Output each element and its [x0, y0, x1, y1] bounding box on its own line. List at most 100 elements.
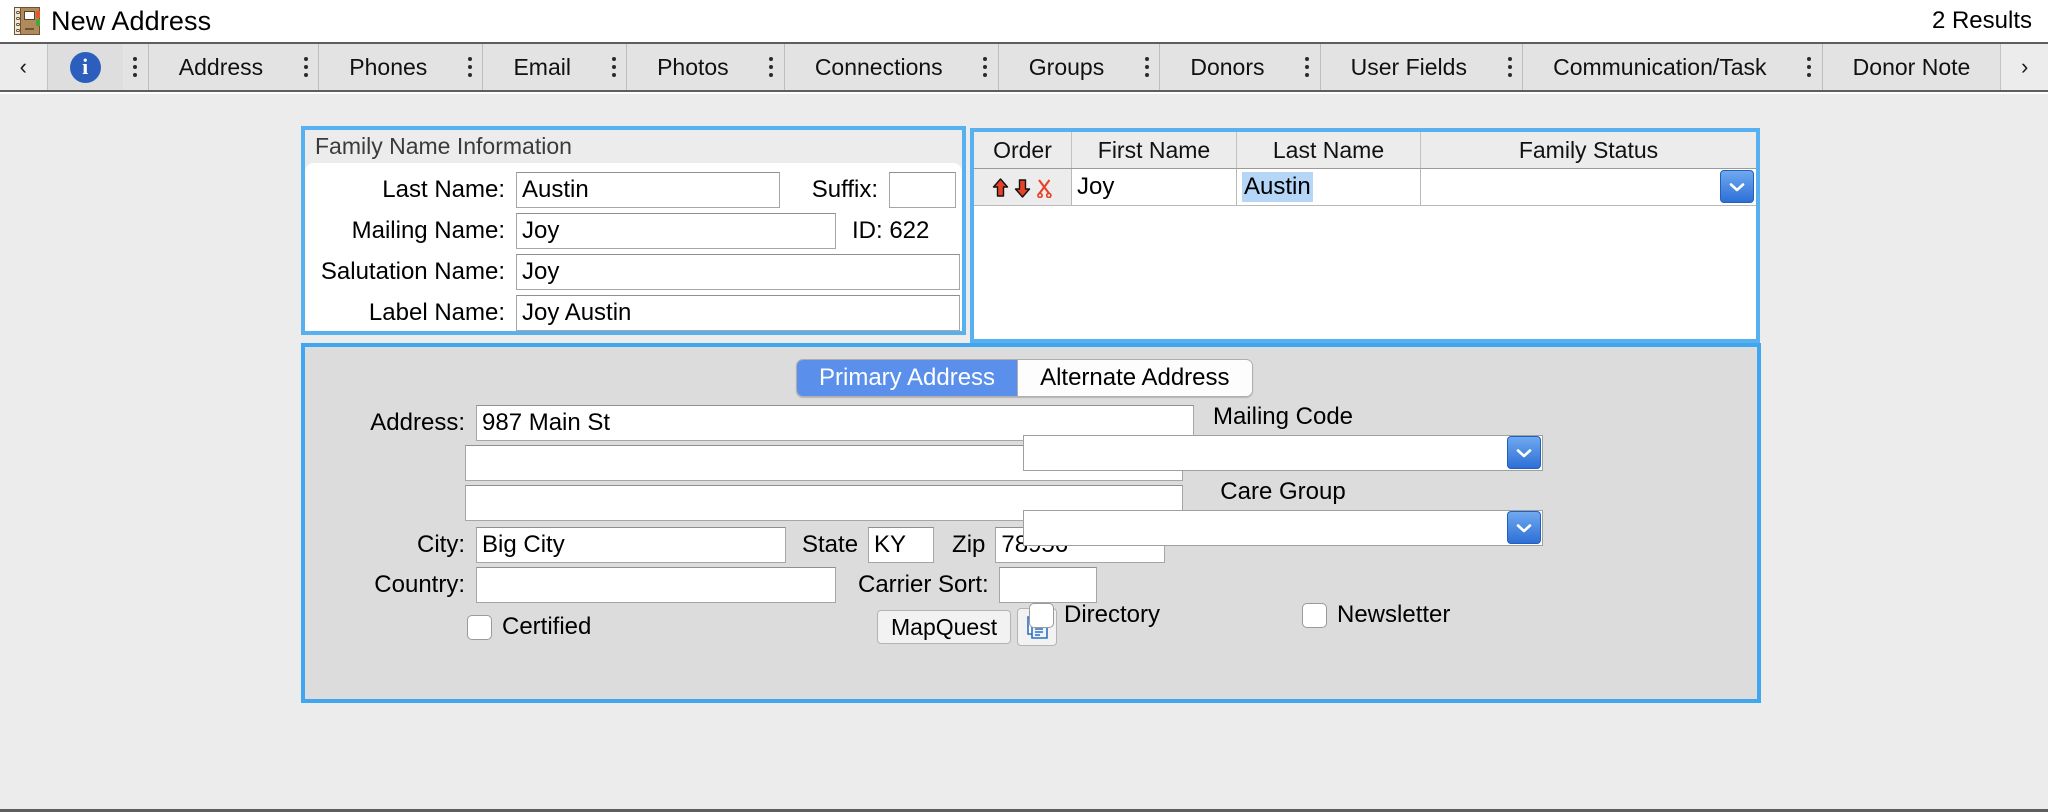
care-group-combobox[interactable] — [1023, 510, 1543, 546]
directory-checkbox[interactable] — [1029, 603, 1054, 628]
address-book-icon — [14, 7, 40, 35]
tabs-scroll-right-button[interactable]: › — [2000, 44, 2048, 90]
chevron-right-icon: › — [2021, 54, 2028, 80]
tab-label: Email — [513, 54, 571, 81]
mailing-code-label: Mailing Code — [1023, 403, 1543, 431]
title-bar-left: New Address — [14, 6, 211, 37]
tab-donors[interactable]: Donors — [1160, 44, 1294, 90]
family-name-information-panel: Family Name Information Last Name: Austi… — [301, 126, 966, 335]
city-label: City: — [305, 531, 476, 559]
tab-menu-donors[interactable] — [1295, 44, 1321, 90]
tab-email[interactable]: Email — [483, 44, 601, 90]
last-name-input[interactable]: Austin — [516, 172, 780, 208]
suffix-input[interactable] — [889, 172, 956, 208]
country-input[interactable] — [476, 567, 836, 603]
tab-user-fields[interactable]: User Fields — [1321, 44, 1497, 90]
mapquest-button[interactable]: MapQuest — [877, 610, 1011, 644]
country-carrier-row: Country: Carrier Sort: — [305, 567, 1097, 603]
tab-donor-note[interactable]: Donor Note — [1823, 44, 2001, 90]
tab-communication-task[interactable]: Communication/Task — [1523, 44, 1796, 90]
vertical-dots-icon — [1807, 57, 1811, 77]
tab-primary-address[interactable]: Primary Address — [797, 360, 1017, 396]
certified-checkbox-row[interactable]: Certified — [467, 609, 591, 645]
country-label: Country: — [305, 571, 476, 599]
family-name-legend: Family Name Information — [315, 133, 572, 160]
tab-menu-phones[interactable] — [457, 44, 483, 90]
label-name-input[interactable]: Joy Austin — [516, 295, 960, 331]
vertical-dots-icon — [304, 57, 308, 77]
move-up-icon[interactable] — [992, 177, 1009, 197]
tab-menu-address[interactable] — [293, 44, 319, 90]
vertical-dots-icon — [1145, 57, 1149, 77]
city-input[interactable]: Big City — [476, 527, 786, 563]
certified-checkbox[interactable] — [467, 615, 492, 640]
mailing-name-input[interactable]: Joy — [516, 213, 836, 249]
salutation-name-label: Salutation Name: — [305, 258, 516, 286]
tab-label: Phones — [349, 54, 427, 81]
tab-menu-communication-task[interactable] — [1797, 44, 1823, 90]
tab-menu-connections[interactable] — [973, 44, 999, 90]
mailing-name-label: Mailing Name: — [305, 217, 516, 245]
tabs-scroll-left-button[interactable]: ‹ — [0, 44, 48, 90]
row-last-name-cell[interactable]: Austin — [1237, 169, 1421, 206]
tab-label: Photos — [657, 54, 729, 81]
tab-photos[interactable]: Photos — [627, 44, 759, 90]
state-input[interactable]: KY — [868, 527, 934, 563]
tab-label: Communication/Task — [1553, 54, 1766, 81]
window-title-bar: New Address 2 Results — [0, 0, 2048, 44]
tab-connections[interactable]: Connections — [785, 44, 973, 90]
tab-label: Donor Note — [1853, 54, 1971, 81]
column-header-last-name[interactable]: Last Name — [1237, 132, 1421, 168]
family-status-dropdown-button[interactable] — [1720, 170, 1754, 203]
care-group-dropdown-button[interactable] — [1507, 511, 1541, 544]
column-header-order[interactable]: Order — [974, 132, 1072, 168]
tab-label: Groups — [1029, 54, 1104, 81]
mailing-code-dropdown-button[interactable] — [1507, 436, 1541, 469]
tab-menu-email[interactable] — [601, 44, 627, 90]
column-header-first-name[interactable]: First Name — [1072, 132, 1237, 168]
row-family-status-cell[interactable] — [1421, 169, 1756, 206]
table-header-row: Order First Name Last Name Family Status — [974, 132, 1756, 169]
tab-menu-info[interactable] — [123, 44, 149, 90]
tab-address[interactable]: Address — [149, 44, 293, 90]
table-row[interactable]: Joy Austin — [974, 169, 1756, 206]
last-name-value: Austin — [1242, 172, 1313, 202]
newsletter-checkbox-row[interactable]: Newsletter — [1302, 597, 1450, 633]
label-name-label: Label Name: — [305, 299, 516, 327]
salutation-name-input[interactable]: Joy — [516, 254, 960, 290]
vertical-dots-icon — [769, 57, 773, 77]
directory-checkbox-row[interactable]: Directory — [1029, 597, 1160, 633]
newsletter-checkbox[interactable] — [1302, 603, 1327, 628]
tab-menu-user-fields[interactable] — [1497, 44, 1523, 90]
mailing-code-combobox[interactable] — [1023, 435, 1543, 471]
newsletter-label: Newsletter — [1327, 601, 1450, 629]
label-name-row: Label Name: Joy Austin — [305, 295, 960, 331]
tab-alternate-address[interactable]: Alternate Address — [1017, 360, 1251, 396]
vertical-dots-icon — [1305, 57, 1309, 77]
tab-label: Donors — [1190, 54, 1264, 81]
cut-icon[interactable] — [1036, 177, 1053, 197]
tab-label: Connections — [815, 54, 943, 81]
family-members-table-panel: Order First Name Last Name Family Status — [970, 128, 1760, 343]
address-label: Address: — [305, 409, 476, 437]
tab-groups[interactable]: Groups — [999, 44, 1134, 90]
vertical-dots-icon — [1508, 57, 1512, 77]
tab-menu-photos[interactable] — [759, 44, 785, 90]
zip-label: Zip — [934, 531, 995, 559]
row-first-name-cell[interactable]: Joy — [1072, 169, 1237, 206]
vertical-dots-icon — [468, 57, 472, 77]
last-name-row: Last Name: Austin Suffix: — [305, 172, 956, 208]
suffix-label: Suffix: — [780, 176, 889, 204]
tab-info[interactable]: i — [48, 44, 123, 90]
tab-menu-groups[interactable] — [1134, 44, 1160, 90]
carrier-sort-label: Carrier Sort: — [836, 571, 999, 599]
form-content-area: Family Name Information Last Name: Austi… — [0, 94, 2048, 812]
tab-phones[interactable]: Phones — [319, 44, 457, 90]
info-icon: i — [70, 52, 101, 83]
family-name-fields: Last Name: Austin Suffix: Mailing Name: … — [305, 163, 962, 331]
address-panel: Primary Address Alternate Address Addres… — [301, 343, 1761, 703]
state-label: State — [786, 531, 868, 559]
move-down-icon[interactable] — [1014, 177, 1031, 197]
directory-label: Directory — [1054, 601, 1160, 629]
column-header-family-status[interactable]: Family Status — [1421, 132, 1756, 168]
